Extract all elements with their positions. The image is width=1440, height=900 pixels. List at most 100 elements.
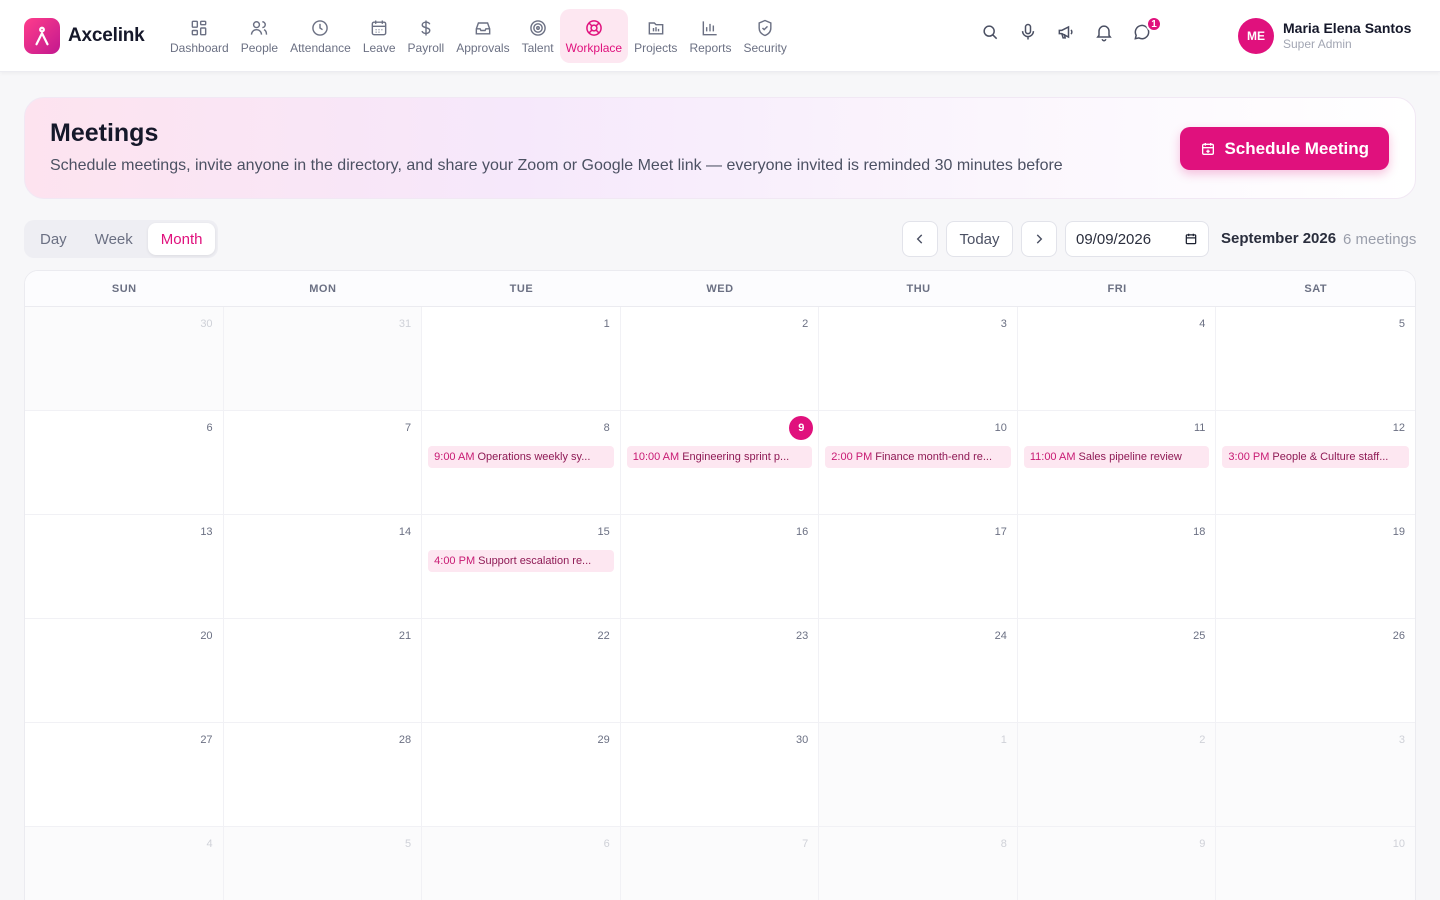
calendar-day-cell[interactable]: 5 <box>223 827 423 900</box>
calendar-day-cell[interactable]: 16 <box>620 515 820 619</box>
date-number: 21 <box>398 630 412 642</box>
calendar-day-cell[interactable]: 20 <box>25 619 224 723</box>
calendar-day-cell[interactable]: 6 <box>25 411 224 515</box>
calendar-day-cell[interactable]: 21 <box>223 619 423 723</box>
calendar-day-cell[interactable]: 1 <box>819 723 1018 827</box>
calendar-day-cell[interactable]: 7 <box>223 411 423 515</box>
calendar-day-cell[interactable]: 22 <box>422 619 621 723</box>
calendar-day-cell[interactable]: 28 <box>223 723 423 827</box>
meeting-event-chip[interactable]: 11:00 AM Sales pipeline review <box>1023 446 1210 468</box>
calendar-day-cell[interactable]: 4 <box>25 827 224 900</box>
calendar-day-cell[interactable]: 23 <box>620 619 820 723</box>
weekday-label: MON <box>309 282 337 295</box>
nav-label: People <box>240 40 279 55</box>
calendar-day-cell[interactable]: 27 <box>25 723 224 827</box>
calendar-day-cell[interactable]: 19 <box>1216 515 1415 619</box>
meeting-event-chip[interactable]: 10:00 AM Engineering sprint p... <box>626 446 813 468</box>
date-number: 31 <box>398 318 412 330</box>
calendar-day-cell[interactable]: 18 <box>1017 515 1217 619</box>
calendar-day-cell[interactable]: 1 <box>422 307 621 411</box>
nav-label: Reports <box>689 40 732 55</box>
nav-label: Approvals <box>456 40 510 55</box>
calendar-day-cell[interactable]: 3 <box>819 307 1018 411</box>
nav-item-payroll[interactable]: Payroll <box>402 9 451 63</box>
nav-label: Payroll <box>407 40 445 55</box>
calendar-day-cell[interactable]: 6 <box>422 827 621 900</box>
calendar-day-cell[interactable]: 7 <box>620 827 820 900</box>
nav-item-talent[interactable]: Talent <box>516 9 560 63</box>
avatar: ME <box>1238 18 1274 54</box>
calendar-day-cell[interactable]: 4 <box>1017 307 1217 411</box>
meeting-event-chip[interactable]: 4:00 PM Support escalation re... <box>428 550 614 572</box>
calendar-day-cell[interactable]: 10 <box>1216 827 1415 900</box>
calendar-day-cell[interactable]: 2 <box>1017 723 1217 827</box>
date-number: 10 <box>994 422 1007 434</box>
nav-item-attendance[interactable]: Attendance <box>284 9 357 63</box>
calendar-day-cell[interactable]: 30 <box>620 723 820 827</box>
next-period-button[interactable] <box>1021 221 1057 257</box>
view-day-tab[interactable]: Day <box>27 223 80 255</box>
weekday-label: TUE <box>509 282 534 295</box>
messages-button[interactable]: 1 <box>1132 16 1162 42</box>
calendar-day-cell[interactable]: 5 <box>1216 307 1415 411</box>
nav-item-leave[interactable]: Leave <box>357 9 402 63</box>
calendar-day-cell[interactable]: 3 <box>1216 723 1415 827</box>
date-number: 8 <box>1000 838 1007 850</box>
nav-item-approvals[interactable]: Approvals <box>450 9 515 63</box>
top-navigation-bar: Axcelink Dashboard People Attendance Lea… <box>0 0 1440 72</box>
calendar-day-cell[interactable]: 9 10:00 AM Engineering sprint p... <box>620 411 820 515</box>
nav-item-workplace[interactable]: Workplace <box>559 9 629 63</box>
date-number: 12 <box>1392 422 1405 434</box>
calendar-day-cell[interactable]: 10 2:00 PM Finance month-end re... <box>819 411 1018 515</box>
previous-period-button[interactable] <box>902 221 938 257</box>
user-menu[interactable]: ME Maria Elena Santos Super Admin <box>1238 18 1411 54</box>
schedule-meeting-button[interactable]: Schedule Meeting <box>1180 127 1389 170</box>
date-picker-input[interactable]: 09/09/2026 <box>1065 221 1209 257</box>
calendar-day-cell[interactable]: 15 4:00 PM Support escalation re... <box>422 515 621 619</box>
nav-item-projects[interactable]: Projects <box>628 9 683 63</box>
search-button[interactable] <box>980 22 1000 42</box>
nav-item-dashboard[interactable]: Dashboard <box>164 9 235 63</box>
calendar-day-cell[interactable]: 30 <box>25 307 224 411</box>
calendar-day-cell[interactable]: 14 <box>223 515 423 619</box>
date-number: 16 <box>796 526 809 538</box>
date-value: 09/09/2026 <box>1076 230 1152 248</box>
calendar-day-cell[interactable]: 31 <box>223 307 423 411</box>
calendar-day-cell[interactable]: 8 <box>819 827 1018 900</box>
date-number: 5 <box>1398 318 1405 330</box>
chevron-right-icon <box>1036 234 1043 244</box>
calendar-day-cell[interactable]: 24 <box>819 619 1018 723</box>
meeting-event-chip[interactable]: 2:00 PM Finance month-end re... <box>825 446 1011 468</box>
calendar-day-cell[interactable]: 12 3:00 PM People & Culture staff... <box>1216 411 1415 515</box>
calendar-day-cell[interactable]: 8 9:00 AM Operations weekly sy... <box>422 411 621 515</box>
nav-item-people[interactable]: People <box>235 9 284 63</box>
calendar-day-cell[interactable]: 9 <box>1017 827 1217 900</box>
nav-label: Security <box>743 40 787 55</box>
nav-item-reports[interactable]: Reports <box>683 9 737 63</box>
meeting-event-chip[interactable]: 3:00 PM People & Culture staff... <box>1222 446 1409 468</box>
nav-item-security[interactable]: Security <box>737 9 792 63</box>
voice-button[interactable] <box>1018 22 1038 42</box>
calendar-day-cell[interactable]: 11 11:00 AM Sales pipeline review <box>1017 411 1217 515</box>
calendar-day-cell[interactable]: 13 <box>25 515 224 619</box>
calendar-day-cell[interactable]: 26 <box>1216 619 1415 723</box>
announcements-button[interactable] <box>1056 22 1076 42</box>
calendar-day-cell[interactable]: 25 <box>1017 619 1217 723</box>
view-month-tab[interactable]: Month <box>147 223 216 255</box>
calendar-day-cell[interactable]: 2 <box>620 307 820 411</box>
calendar-icon <box>1185 233 1197 245</box>
weekday-header: SUN MON TUE WED THU FRI SAT <box>25 271 1415 307</box>
meeting-count: 6 meetings <box>1343 231 1417 248</box>
calendar-plus-icon <box>1202 142 1215 155</box>
calendar-day-cell[interactable]: 17 <box>819 515 1018 619</box>
date-number: 14 <box>398 526 412 538</box>
calendar-day-cell[interactable]: 29 <box>422 723 621 827</box>
event-time: 9:00 AM <box>434 451 475 463</box>
brand[interactable]: Axcelink <box>24 18 145 54</box>
weekday-label: FRI <box>1107 282 1127 295</box>
today-button[interactable]: Today <box>946 221 1013 257</box>
notifications-button[interactable] <box>1094 22 1114 42</box>
meeting-event-chip[interactable]: 9:00 AM Operations weekly sy... <box>428 446 614 468</box>
view-week-tab[interactable]: Week <box>82 223 146 255</box>
date-number: 4 <box>1199 318 1206 330</box>
